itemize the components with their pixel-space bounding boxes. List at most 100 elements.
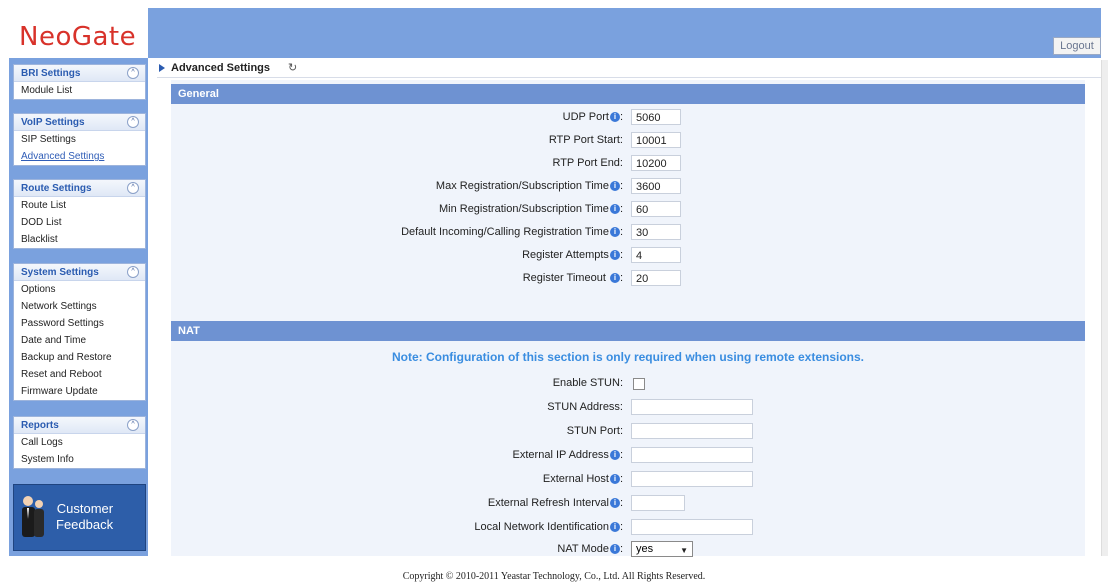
people-icon [22,496,44,537]
info-icon[interactable]: i [609,181,620,191]
local-network-input[interactable] [631,519,753,535]
sidebar-group-reports: Reports ^ Call Logs System Info [13,416,146,469]
logo-area: NeoGate [9,8,148,58]
sidebar-item-firmware-update[interactable]: Firmware Update [14,383,145,400]
stun-address-row: STUN Address: [171,398,1085,418]
rtp-end-label: RTP Port End: [552,157,623,169]
stun-address-input[interactable] [631,399,753,415]
sidebar: BRI Settings ^ Module List VoIP Settings ^… [9,58,148,556]
info-icon[interactable]: i [609,250,620,260]
feedback-line-2: Feedback [56,517,114,532]
max-reg-label: Max Registration/Subscription Time i: [435,180,623,192]
reg-attempts-input[interactable]: 4 [631,247,681,263]
reg-attempts-row: Register Attempts i: 4 [171,246,1085,266]
external-ip-label: External IP Address i: [512,449,623,461]
info-icon[interactable]: i [609,112,620,122]
rtp-start-row: RTP Port Start: 10001 [171,131,1085,151]
collapse-icon[interactable]: ^ [127,182,139,194]
info-icon[interactable]: i [609,273,620,283]
sidebar-item-options[interactable]: Options [14,281,145,298]
sidebar-item-call-logs[interactable]: Call Logs [14,434,145,451]
collapse-icon[interactable]: ^ [127,67,139,79]
sidebar-item-network-settings[interactable]: Network Settings [14,298,145,315]
sidebar-item-date-and-time[interactable]: Date and Time [14,332,145,349]
stun-port-input[interactable] [631,423,753,439]
info-icon[interactable]: i [609,474,620,484]
enable-stun-label: Enable STUN: [552,377,623,389]
sidebar-item-system-info[interactable]: System Info [14,451,145,468]
udp-port-input[interactable]: 5060 [631,109,681,125]
sidebar-group-voip: VoIP Settings ^ SIP Settings Advanced Set… [13,113,146,166]
external-refresh-row: External Refresh Interval i: [171,494,1085,514]
external-refresh-input[interactable] [631,495,685,511]
section-header-nat: NAT [171,321,1085,341]
sidebar-group-title[interactable]: System Settings [21,267,99,278]
rtp-start-label: RTP Port Start: [548,134,623,146]
sidebar-item-backup-and-restore[interactable]: Backup and Restore [14,349,145,366]
external-host-row: External Host i: [171,470,1085,490]
nat-note: Note: Configuration of this section is o… [391,350,865,364]
default-reg-input[interactable]: 30 [631,224,681,240]
min-reg-label: Min Registration/Subscription Time i: [438,203,623,215]
copyright-footer: Copyright © 2010-2011 Yeastar Technology… [402,571,706,582]
main-panel: Advanced Settings ↻ General UDP Port i: 5… [157,60,1101,557]
customer-feedback-banner[interactable]: Customer Feedback [13,484,146,551]
scrollbar[interactable] [1101,60,1108,556]
info-icon[interactable]: i [609,204,620,214]
udp-port-row: UDP Port i: 5060 [171,108,1085,128]
nat-mode-label: NAT Mode i: [557,543,623,555]
external-ip-input[interactable] [631,447,753,463]
sidebar-group-title[interactable]: Reports [21,420,59,431]
udp-port-label: UDP Port i: [562,111,623,123]
info-icon[interactable]: i [609,227,620,237]
default-reg-row: Default Incoming/Calling Registration Ti… [171,223,1085,243]
info-icon[interactable]: i [609,450,620,460]
rtp-start-input[interactable]: 10001 [631,132,681,148]
reg-attempts-label: Register Attempts i: [522,249,623,261]
max-reg-input[interactable]: 3600 [631,178,681,194]
rtp-end-input[interactable]: 10200 [631,155,681,171]
external-host-input[interactable] [631,471,753,487]
collapse-icon[interactable]: ^ [127,116,139,128]
info-icon[interactable]: i [609,498,620,508]
sidebar-item-sip-settings[interactable]: SIP Settings [14,131,145,148]
min-reg-input[interactable]: 60 [631,201,681,217]
sidebar-item-password-settings[interactable]: Password Settings [14,315,145,332]
page-title: Advanced Settings [171,62,271,74]
sidebar-item-advanced-settings[interactable]: Advanced Settings [14,148,145,165]
sidebar-group-title[interactable]: BRI Settings [21,68,80,79]
sidebar-item-dod-list[interactable]: DOD List [14,214,145,231]
section-header-general: General [171,84,1085,104]
default-reg-label: Default Incoming/Calling Registration Ti… [401,226,623,238]
top-banner [9,8,1101,58]
nat-mode-row: NAT Mode i: yes ▼ [171,540,1085,560]
refresh-icon[interactable]: ↻ [288,61,297,74]
logout-button[interactable]: Logout [1053,37,1101,55]
info-icon[interactable]: i [609,544,620,554]
min-reg-row: Min Registration/Subscription Time i: 60 [171,200,1085,220]
enable-stun-checkbox[interactable] [633,378,645,390]
external-refresh-label: External Refresh Interval i: [487,497,623,509]
stun-address-label: STUN Address: [547,401,623,413]
breadcrumb-arrow-icon [159,64,165,72]
collapse-icon[interactable]: ^ [127,266,139,278]
sidebar-item-reset-and-reboot[interactable]: Reset and Reboot [14,366,145,383]
feedback-line-1: Customer [56,501,114,516]
nat-mode-select[interactable]: yes ▼ [631,541,693,557]
sidebar-group-route: Route Settings ^ Route List DOD List Blac… [13,179,146,249]
local-network-label: Local Network Identification i: [474,521,623,533]
sidebar-item-route-list[interactable]: Route List [14,197,145,214]
info-icon[interactable]: i [609,522,620,532]
stun-port-label: STUN Port: [566,425,623,437]
sidebar-group-title[interactable]: Route Settings [21,183,92,194]
sidebar-group-title[interactable]: VoIP Settings [21,117,85,128]
sidebar-item-module-list[interactable]: Module List [14,82,145,99]
chevron-down-icon: ▼ [680,546,688,555]
reg-timeout-input[interactable]: 20 [631,270,681,286]
max-reg-row: Max Registration/Subscription Time i: 360… [171,177,1085,197]
enable-stun-row: Enable STUN: [171,374,1085,394]
sidebar-item-blacklist[interactable]: Blacklist [14,231,145,248]
reg-timeout-label: Register Timeout i: [522,272,623,284]
stun-port-row: STUN Port: [171,422,1085,442]
collapse-icon[interactable]: ^ [127,419,139,431]
